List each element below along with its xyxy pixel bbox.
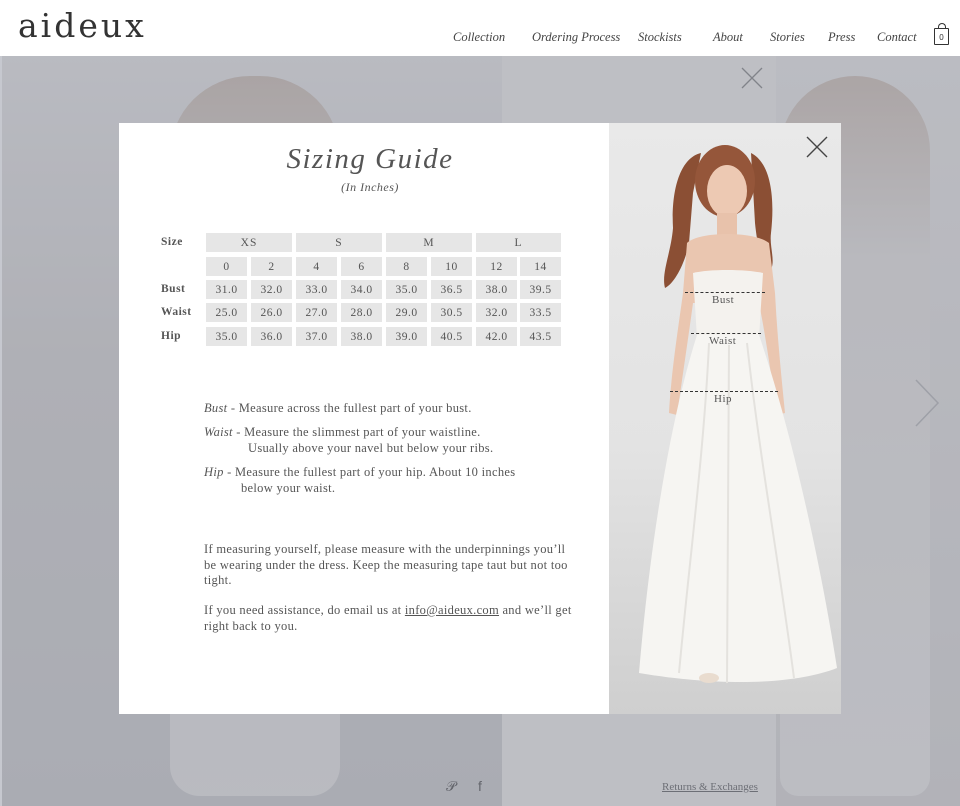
table-cell: 12 — [476, 257, 517, 276]
table-cell: 33.5 — [520, 303, 561, 322]
table-cell: 14 — [520, 257, 561, 276]
table-cell: 25.0 — [206, 303, 247, 322]
table-cell: 32.0 — [251, 280, 292, 299]
nav-stockists[interactable]: Stockists — [638, 30, 682, 45]
table-cell: 36.5 — [431, 280, 472, 299]
waist-text: - Measure the slimmest part of your wais… — [232, 425, 481, 439]
hip-term: Hip — [204, 465, 224, 479]
nav-collection[interactable]: Collection — [453, 30, 505, 45]
table-cell: 8 — [386, 257, 427, 276]
site-header: aideux Collection Ordering Process Stock… — [0, 0, 960, 56]
modal-subtitle: (In Inches) — [341, 180, 399, 194]
close-icon[interactable] — [805, 135, 829, 159]
modal-title: Sizing Guide — [286, 143, 454, 175]
row-label-size: Size — [161, 236, 183, 248]
model-photo: Bust Waist Hip — [609, 123, 841, 714]
table-cell: 38.0 — [341, 327, 382, 346]
bust-term: Bust — [204, 401, 228, 415]
sizing-guide-modal: Sizing Guide (In Inches) Size Bust Waist… — [119, 123, 841, 714]
model-illustration — [639, 145, 837, 684]
table-cell: 10 — [431, 257, 472, 276]
row-label-waist: Waist — [161, 306, 192, 318]
table-cell: 27.0 — [296, 303, 337, 322]
hip-text-2: below your waist. — [241, 481, 336, 495]
bust-measure-line — [685, 292, 765, 293]
waist-term: Waist — [204, 425, 233, 439]
table-cell: 2 — [251, 257, 292, 276]
table-cell: 32.0 — [476, 303, 517, 322]
email-link[interactable]: info@aideux.com — [405, 603, 499, 617]
waist-description: Waist - Measure the slimmest part of you… — [204, 424, 493, 456]
nav-stories[interactable]: Stories — [770, 30, 805, 45]
table-cell: 29.0 — [386, 303, 427, 322]
table-cell: 40.5 — [431, 327, 472, 346]
bust-measure-label: Bust — [712, 294, 735, 306]
hip-description: Hip - Measure the fullest part of your h… — [204, 464, 515, 496]
size-group-s: S — [296, 233, 382, 252]
bust-description: Bust - Measure across the fullest part o… — [204, 400, 472, 416]
row-label-hip: Hip — [161, 330, 182, 342]
table-cell: 4 — [296, 257, 337, 276]
nav-about[interactable]: About — [713, 30, 743, 45]
logo[interactable]: aideux — [18, 6, 147, 45]
table-cell: 30.5 — [431, 303, 472, 322]
size-group-l: L — [476, 233, 561, 252]
nav-contact[interactable]: Contact — [877, 30, 917, 45]
assistance-prefix: If you need assistance, do email us at — [204, 603, 405, 617]
table-cell: 42.0 — [476, 327, 517, 346]
hip-measure-label: Hip — [714, 393, 732, 405]
table-cell: 28.0 — [341, 303, 382, 322]
table-cell: 35.0 — [206, 327, 247, 346]
table-cell: 38.0 — [476, 280, 517, 299]
bust-text: - Measure across the fullest part of you… — [227, 401, 472, 415]
waist-measure-line — [691, 333, 761, 334]
table-cell: 36.0 — [251, 327, 292, 346]
table-cell: 0 — [206, 257, 247, 276]
assistance-note: If you need assistance, do email us at i… — [204, 603, 574, 634]
hip-measure-line — [670, 391, 778, 392]
table-cell: 33.0 — [296, 280, 337, 299]
waist-text-2: Usually above your navel but below your … — [248, 441, 494, 455]
shopping-bag-icon[interactable]: 0 — [934, 23, 949, 45]
table-cell: 37.0 — [296, 327, 337, 346]
nav-ordering-process[interactable]: Ordering Process — [532, 30, 620, 45]
waist-measure-label: Waist — [709, 335, 737, 347]
table-cell: 31.0 — [206, 280, 247, 299]
row-label-bust: Bust — [161, 283, 186, 295]
table-cell: 39.5 — [520, 280, 561, 299]
size-group-xs: XS — [206, 233, 292, 252]
measuring-note: If measuring yourself, please measure wi… — [204, 542, 568, 587]
table-cell: 43.5 — [520, 327, 561, 346]
table-cell: 39.0 — [386, 327, 427, 346]
table-cell: 6 — [341, 257, 382, 276]
table-cell: 35.0 — [386, 280, 427, 299]
size-group-m: M — [386, 233, 472, 252]
table-cell: 26.0 — [251, 303, 292, 322]
hip-text: - Measure the fullest part of your hip. … — [223, 465, 516, 479]
nav-press[interactable]: Press — [828, 30, 855, 45]
table-cell: 34.0 — [341, 280, 382, 299]
